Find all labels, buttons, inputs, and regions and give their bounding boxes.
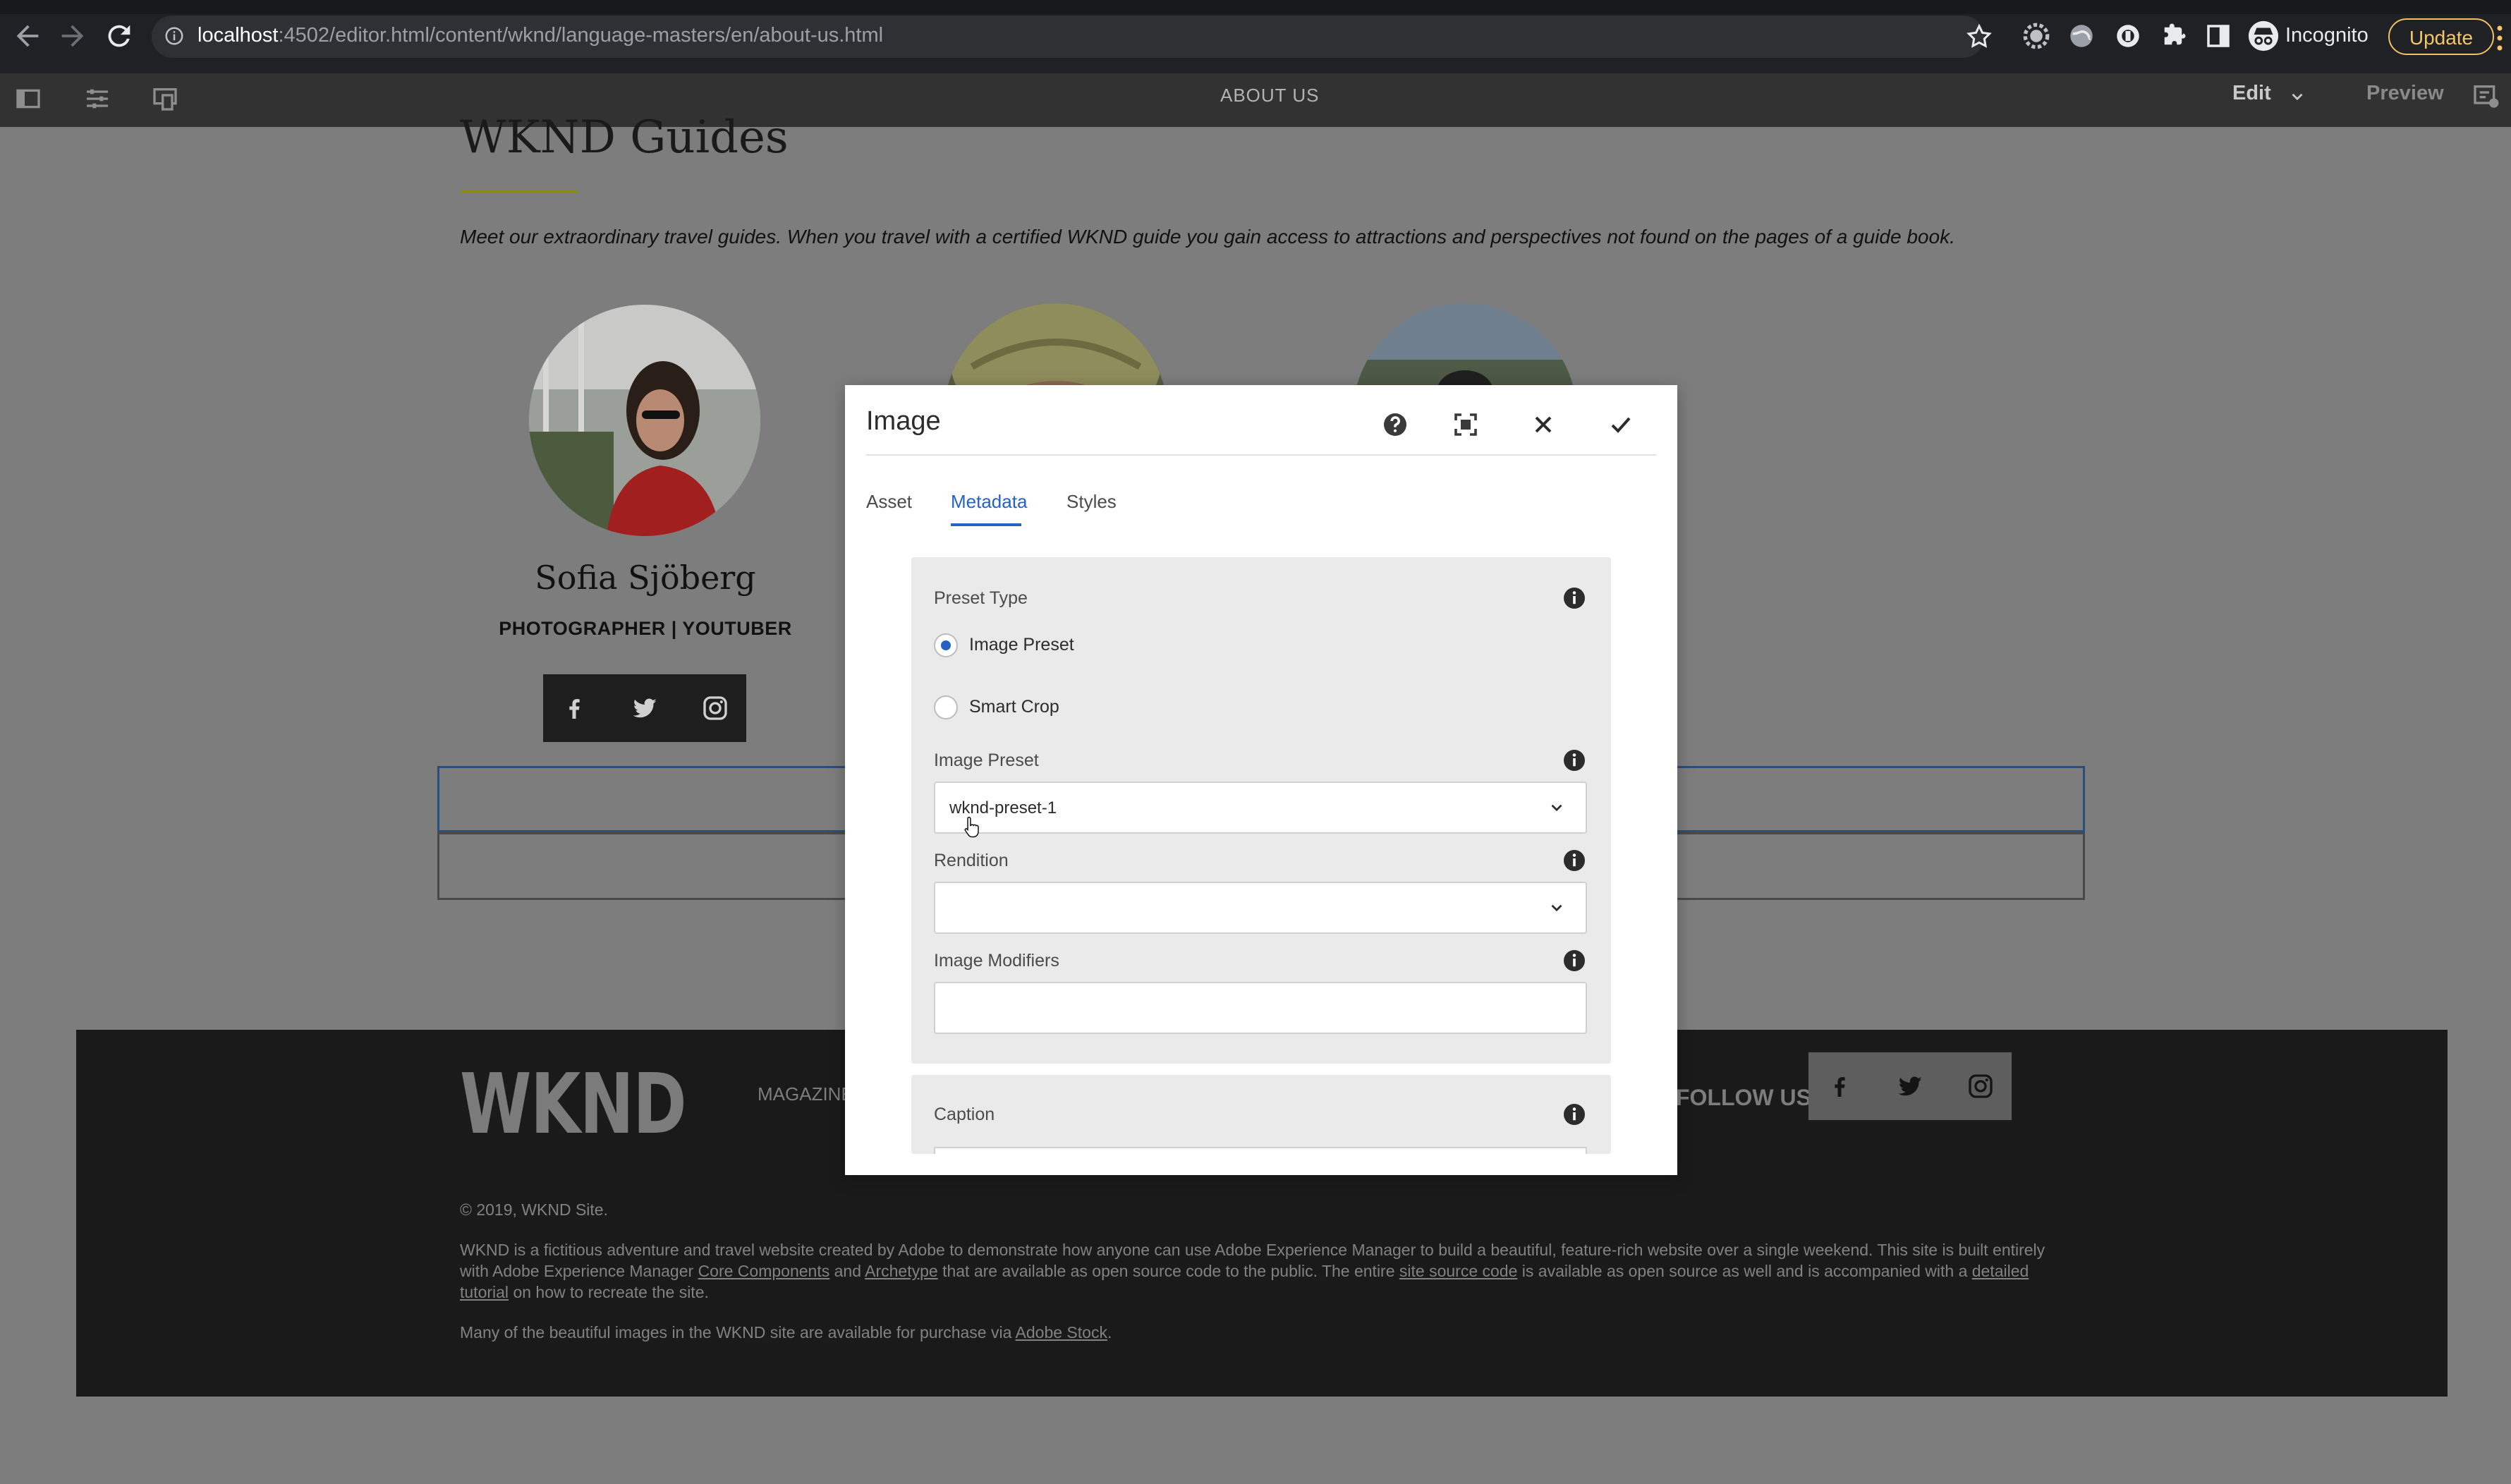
help-icon[interactable] [1378, 408, 1412, 442]
extension-globe-icon[interactable] [2067, 21, 2096, 51]
archetype-link[interactable]: Archetype [865, 1262, 938, 1280]
forward-arrow-icon[interactable] [56, 20, 89, 52]
tab-asset[interactable]: Asset [866, 491, 912, 513]
chevron-down-icon[interactable] [2288, 87, 2306, 106]
preview-button[interactable]: Preview [2366, 82, 2444, 105]
active-tab-indicator [951, 523, 1021, 526]
footer-about-text: WKND is a fictitious adventure and trave… [460, 1239, 2075, 1303]
url-text[interactable]: localhost:4502/editor.html/content/wknd/… [197, 24, 883, 47]
stock-text: Many of the beautiful images in the WKND… [460, 1323, 1012, 1342]
footer-about-part-e: on how [513, 1283, 566, 1301]
image-modifiers-input[interactable] [934, 982, 1587, 1034]
rendition-label: Rendition [934, 851, 1009, 870]
guide-role[interactable]: PHOTOGRAPHER | YOUTUBER [494, 618, 797, 640]
bookmark-star-icon[interactable] [1965, 23, 1993, 51]
heading-underline [460, 190, 578, 193]
stock-text-end: . [1107, 1323, 1112, 1342]
site-info-icon[interactable] [164, 25, 185, 47]
info-icon[interactable] [1562, 748, 1587, 773]
incognito-icon[interactable] [2247, 20, 2280, 52]
url-path: :4502/editor.html/content/wknd/language-… [278, 24, 884, 47]
fullscreen-icon[interactable] [1449, 408, 1483, 442]
browser-menu-icon[interactable] [2495, 24, 2504, 52]
smart-crop-radio-label[interactable]: Smart Crop [969, 697, 1059, 717]
footer-stock-text: Many of the beautiful images in the WKND… [460, 1322, 1112, 1343]
info-icon[interactable] [1562, 1102, 1587, 1127]
page-title: ABOUT US [1220, 85, 1320, 106]
side-panel-toggle-icon[interactable] [14, 85, 42, 113]
facebook-icon[interactable] [1825, 1072, 1854, 1100]
chevron-down-icon [1548, 798, 1566, 817]
info-icon[interactable] [1562, 948, 1587, 973]
footer-about-line-3: to recreate the site. [570, 1283, 709, 1301]
footer-copyright: © 2019, WKND Site. [460, 1200, 608, 1219]
emulator-icon[interactable] [151, 85, 179, 113]
footer-logo[interactable]: WKND [460, 1055, 687, 1152]
intro-text[interactable]: Meet our extraordinary travel guides. Wh… [460, 226, 1955, 248]
facebook-icon[interactable] [560, 694, 588, 722]
page-heading[interactable]: WKND Guides [460, 111, 789, 164]
instagram-icon[interactable] [701, 694, 729, 722]
footer-about-part-a: Adobe Experience Manager [492, 1262, 694, 1280]
browser-tab-strip [0, 0, 2511, 14]
image-preset-radio[interactable] [934, 633, 958, 657]
footer-social-links [1808, 1052, 2012, 1120]
info-icon[interactable] [1562, 848, 1587, 873]
image-preset-radio-label[interactable]: Image Preset [969, 635, 1074, 655]
mouse-cursor-icon [963, 815, 980, 839]
chevron-down-icon [1548, 899, 1566, 917]
image-preset-field-label: Image Preset [934, 750, 1039, 770]
guide-name[interactable]: Sofia Sjöberg [494, 559, 797, 597]
instagram-icon[interactable] [1966, 1072, 1995, 1100]
extension-gear-icon[interactable] [2021, 21, 2051, 51]
side-panel-icon[interactable] [2203, 21, 2233, 51]
close-icon[interactable] [1526, 408, 1560, 442]
extensions-puzzle-icon[interactable] [2158, 21, 2188, 51]
preset-type-label: Preset Type [934, 588, 1028, 608]
update-button[interactable]: Update [2388, 18, 2494, 55]
dialog-title: Image [866, 406, 941, 436]
site-source-link[interactable]: site source code [1399, 1262, 1517, 1280]
guide-avatar-image[interactable] [529, 305, 760, 536]
footer-about-part-b: and [834, 1262, 861, 1280]
footer-about-part-c: that are available as open source code t… [942, 1262, 1395, 1280]
adobe-stock-link[interactable]: Adobe Stock [1016, 1323, 1107, 1342]
reload-icon[interactable] [103, 20, 135, 52]
dialog-header-divider [866, 454, 1656, 456]
caption-label: Caption [934, 1105, 995, 1124]
follow-us-label: FOLLOW US [1676, 1085, 1811, 1110]
image-preset-select[interactable]: wknd-preset-1 [934, 781, 1587, 834]
caption-input[interactable] [934, 1147, 1587, 1154]
core-components-link[interactable]: Core Components [698, 1262, 830, 1280]
incognito-label: Incognito [2285, 24, 2369, 47]
tab-styles[interactable]: Styles [1066, 491, 1117, 513]
done-checkmark-icon[interactable] [1604, 408, 1638, 442]
url-host: localhost [197, 24, 279, 47]
extension-circle-icon[interactable] [2113, 21, 2143, 51]
caption-panel [911, 1075, 1611, 1154]
rendition-select[interactable] [934, 882, 1587, 934]
footer-nav-magazine[interactable]: MAGAZINE [758, 1083, 853, 1105]
footer-about-part-d: is available as open source as well and … [1521, 1262, 1968, 1280]
twitter-icon[interactable] [1895, 1072, 1926, 1100]
twitter-icon[interactable] [629, 694, 660, 722]
image-modifiers-label: Image Modifiers [934, 951, 1059, 971]
guide-social-links [543, 674, 746, 742]
annotations-icon[interactable] [2472, 82, 2500, 110]
page-properties-icon[interactable] [83, 85, 111, 113]
tab-metadata[interactable]: Metadata [951, 491, 1027, 513]
edit-mode-selector[interactable]: Edit [2232, 82, 2271, 105]
smart-crop-radio[interactable] [934, 695, 958, 719]
back-arrow-icon[interactable] [11, 20, 44, 52]
info-icon[interactable] [1562, 585, 1587, 611]
